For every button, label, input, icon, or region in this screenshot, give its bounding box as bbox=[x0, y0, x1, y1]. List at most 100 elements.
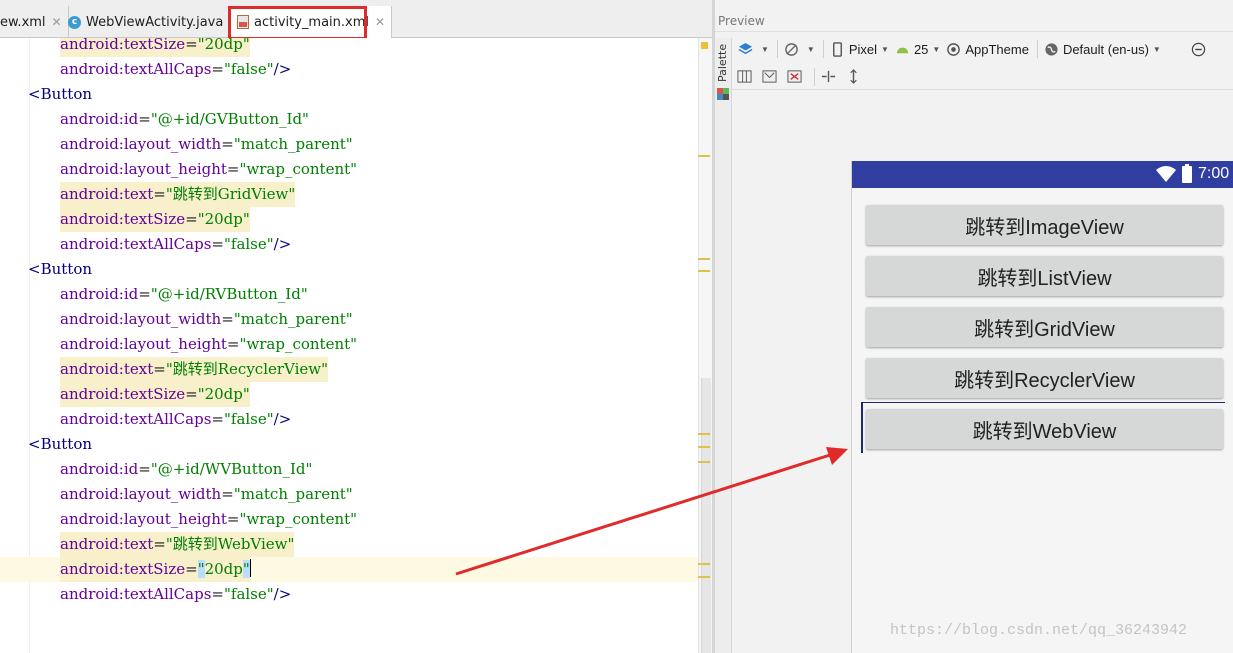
code-line[interactable]: android:text="跳转到RecyclerView" bbox=[0, 357, 698, 382]
code-line[interactable]: android:layout_height="wrap_content" bbox=[0, 332, 698, 357]
code-editor[interactable]: android:textSize="20dp" android:textAllCa… bbox=[0, 38, 712, 653]
xml-value: @+id/WVButton_Id bbox=[157, 460, 306, 478]
code-line[interactable]: <Button bbox=[0, 432, 698, 457]
theme-icon bbox=[947, 42, 961, 56]
tab-view-xml[interactable]: ew.xml ✕ bbox=[0, 6, 69, 38]
orientation-dropdown[interactable]: ▼ bbox=[784, 38, 815, 60]
xml-attribute: android:layout_height bbox=[60, 335, 227, 353]
editor-tab-bar: ew.xml ✕ c WebViewActivity.java ✕ activi… bbox=[0, 0, 712, 40]
xml-value: 跳转到RecyclerView bbox=[172, 360, 322, 378]
xml-attribute: android:textSize bbox=[60, 560, 186, 578]
recyclerview-button[interactable]: 跳转到RecyclerView bbox=[866, 358, 1223, 398]
code-line[interactable]: android:textSize="20dp" bbox=[0, 382, 698, 407]
xml-attribute: android:id bbox=[60, 110, 139, 128]
xml-attribute: android:textAllCaps bbox=[60, 410, 212, 428]
layout-toolbar bbox=[732, 64, 1233, 90]
code-line[interactable]: android:textSize="20dp" bbox=[0, 207, 698, 232]
device-dropdown[interactable]: Pixel ▼ bbox=[830, 38, 889, 60]
zoom-out-button[interactable] bbox=[1191, 38, 1210, 60]
code-line[interactable]: android:textAllCaps="false"/> bbox=[0, 57, 698, 82]
xml-value: wrap_content bbox=[246, 160, 351, 178]
code-text: android:layout_height="wrap_content" bbox=[60, 160, 358, 178]
xml-value: false bbox=[230, 585, 267, 603]
code-text: android:textSize="20dp" bbox=[60, 382, 250, 407]
android-icon bbox=[896, 47, 909, 53]
tab-label: ew.xml bbox=[0, 14, 46, 30]
error-stripe-marker[interactable] bbox=[698, 446, 710, 448]
locale-dropdown[interactable]: Default (en-us) ▼ bbox=[1044, 38, 1161, 60]
expand-vertical-icon bbox=[850, 69, 857, 84]
imageview-button[interactable]: 跳转到ImageView bbox=[866, 205, 1223, 245]
warning-marker-icon[interactable] bbox=[701, 42, 708, 49]
code-line[interactable]: android:id="@+id/WVButton_Id" bbox=[0, 457, 698, 482]
code-line[interactable]: android:textSize="20dp" bbox=[0, 38, 698, 57]
gridview-button[interactable]: 跳转到GridView bbox=[866, 307, 1223, 347]
code-text: android:layout_height="wrap_content" bbox=[60, 510, 358, 528]
phone-icon bbox=[832, 41, 842, 57]
code-line[interactable]: android:textAllCaps="false"/> bbox=[0, 407, 698, 432]
design-surface-dropdown[interactable]: ▼ bbox=[738, 38, 769, 60]
xml-tag: Button bbox=[40, 260, 93, 278]
align-columns-button[interactable] bbox=[737, 66, 756, 88]
xml-attribute: android:text bbox=[60, 185, 154, 203]
error-stripe-marker[interactable] bbox=[698, 461, 710, 463]
xml-attribute: android:textSize bbox=[60, 38, 186, 53]
xml-value: 20dp bbox=[204, 210, 243, 228]
toolbar-separator bbox=[822, 40, 824, 58]
code-line[interactable]: android:layout_width="match_parent" bbox=[0, 307, 698, 332]
code-line[interactable]: android:layout_width="match_parent" bbox=[0, 132, 698, 157]
close-icon[interactable]: ✕ bbox=[375, 15, 385, 29]
toolbar-separator bbox=[1036, 40, 1038, 58]
xml-value: 20dp bbox=[204, 385, 243, 403]
code-text: android:id="@+id/GVButton_Id" bbox=[60, 110, 309, 128]
palette-icon[interactable] bbox=[717, 88, 729, 100]
xml-value: match_parent bbox=[240, 135, 346, 153]
code-line[interactable]: android:layout_height="wrap_content" bbox=[0, 157, 698, 182]
palette-tab[interactable]: Palette bbox=[716, 44, 729, 84]
theme-selector[interactable]: AppTheme bbox=[946, 38, 1029, 60]
code-line[interactable]: android:text="跳转到WebView" bbox=[0, 532, 698, 557]
code-line[interactable]: android:layout_height="wrap_content" bbox=[0, 507, 698, 532]
device-preview: 7:00 跳转到ImageView 跳转到ListView 跳转到GridVie… bbox=[851, 161, 1233, 653]
pack-horizontal-button[interactable] bbox=[821, 66, 840, 88]
code-line[interactable]: android:textAllCaps="false"/> bbox=[0, 232, 698, 257]
expand-horizontal-icon bbox=[821, 70, 836, 83]
error-stripe-marker[interactable] bbox=[698, 258, 710, 260]
error-stripe-marker[interactable] bbox=[698, 576, 710, 578]
code-line[interactable]: android:id="@+id/GVButton_Id" bbox=[0, 107, 698, 132]
xml-value: false bbox=[230, 60, 267, 78]
code-line[interactable]: <Button bbox=[0, 257, 698, 282]
code-line[interactable]: android:layout_width="match_parent" bbox=[0, 482, 698, 507]
api-level-dropdown[interactable]: 25 ▼ bbox=[895, 38, 940, 60]
editor-scrollbar-thumb[interactable] bbox=[701, 378, 711, 653]
code-line[interactable]: <Button bbox=[0, 82, 698, 107]
error-stripe-marker[interactable] bbox=[698, 155, 710, 157]
palette-strip[interactable] bbox=[715, 38, 732, 653]
xml-attribute: android:textAllCaps bbox=[60, 60, 212, 78]
xml-attribute: android:textSize bbox=[60, 385, 186, 403]
wifi-icon bbox=[1156, 166, 1176, 182]
shrink-button[interactable] bbox=[762, 66, 781, 88]
globe-icon bbox=[1045, 42, 1058, 56]
code-text: android:textSize="20dp" bbox=[60, 38, 250, 57]
error-stripe-marker[interactable] bbox=[698, 563, 710, 565]
error-stripe-marker[interactable] bbox=[698, 270, 710, 272]
webview-button[interactable]: 跳转到WebView bbox=[866, 409, 1223, 449]
xml-attribute: android:layout_width bbox=[60, 135, 222, 153]
code-line[interactable]: android:id="@+id/RVButton_Id" bbox=[0, 282, 698, 307]
listview-button[interactable]: 跳转到ListView bbox=[866, 256, 1223, 296]
toolbar-separator bbox=[776, 40, 778, 58]
code-line[interactable]: android:text="跳转到GridView" bbox=[0, 182, 698, 207]
tab-webviewactivity-java[interactable]: c WebViewActivity.java ✕ bbox=[62, 6, 247, 38]
error-stripe-marker[interactable] bbox=[698, 433, 710, 435]
code-text: android:id="@+id/WVButton_Id" bbox=[60, 460, 313, 478]
preview-toolbar: ▼ ▼ Pixel ▼ 25 ▼ AppTheme Default (en-us… bbox=[732, 36, 1233, 62]
clear-constraints-button[interactable] bbox=[787, 66, 806, 88]
pack-vertical-button[interactable] bbox=[846, 66, 865, 88]
code-line[interactable]: android:textAllCaps="false"/> bbox=[0, 582, 698, 607]
xml-attribute: android:layout_width bbox=[60, 310, 222, 328]
xml-value: wrap_content bbox=[246, 335, 351, 353]
close-icon[interactable]: ✕ bbox=[52, 15, 62, 29]
code-line[interactable]: android:textSize="20dp" bbox=[0, 557, 698, 582]
code-text: android:layout_width="match_parent" bbox=[60, 310, 353, 328]
